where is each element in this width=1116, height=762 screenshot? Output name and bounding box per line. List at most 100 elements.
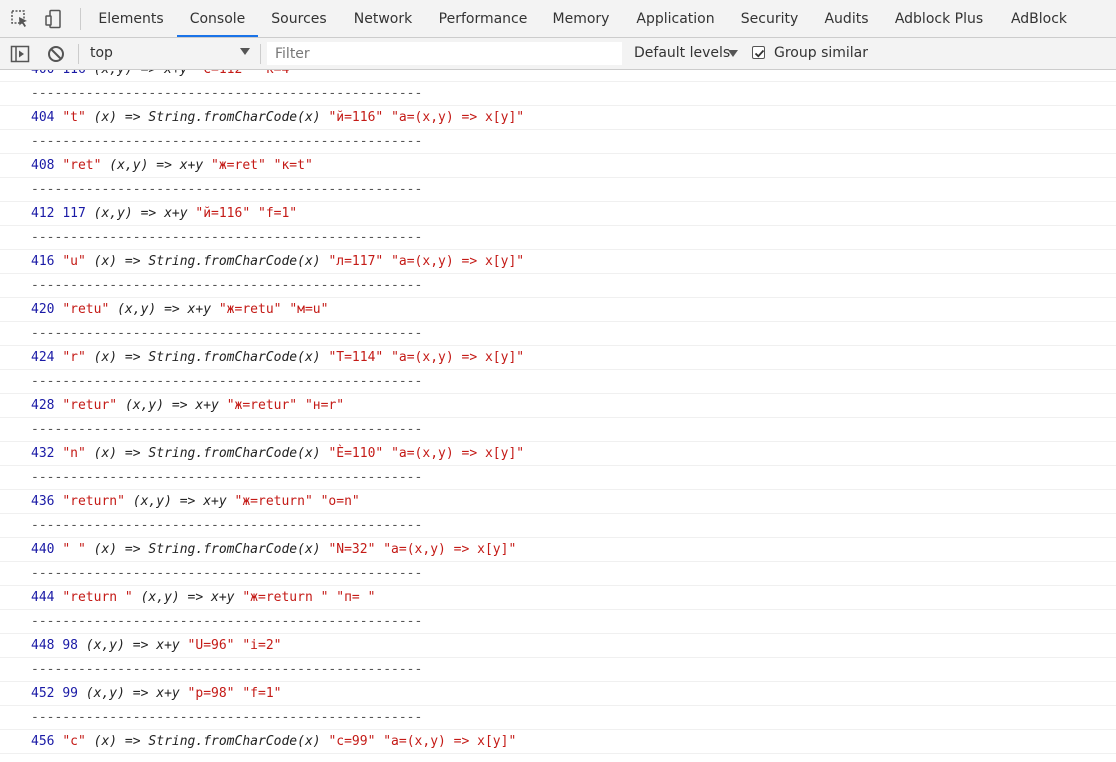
separator-text: ----------------------------------------… [31, 182, 423, 197]
console-message: 416 "u" (x) => String.fromCharCode(x) "л… [0, 250, 1116, 274]
console-function: (x,y) => x+y [117, 302, 219, 317]
console-message: 420 "retu" (x,y) => x+y "ж=retu" "м=u" [0, 298, 1116, 322]
checkmark-icon [754, 49, 765, 58]
tab-memory[interactable]: Memory [541, 0, 621, 37]
console-string: "ж=return " [242, 590, 337, 605]
console-number: 424 [31, 350, 63, 365]
group-similar-label[interactable]: Group similar [774, 45, 868, 61]
tab-elements[interactable]: Elements [89, 0, 173, 37]
tab-console[interactable]: Console [177, 0, 258, 37]
console-string: "U=96" [187, 638, 243, 653]
console-separator-message: ----------------------------------------… [0, 226, 1116, 250]
console-number: 420 [31, 302, 63, 317]
inspect-element-icon[interactable] [10, 9, 30, 29]
default-levels-dropdown[interactable]: Default levels [634, 45, 730, 61]
devtools-tab-bar: Elements Console Sources Network Perform… [0, 0, 1116, 38]
console-string: "N=32" [328, 542, 384, 557]
separator-text: ----------------------------------------… [31, 374, 423, 389]
console-separator-message: ----------------------------------------… [0, 658, 1116, 682]
console-string: "T=114" [328, 350, 392, 365]
console-number: 428 [31, 398, 63, 413]
console-string: "a=(x,y) => x[y]" [391, 110, 525, 125]
console-message: 440 " " (x) => String.fromCharCode(x) "N… [0, 538, 1116, 562]
console-string: "п= " [336, 590, 376, 605]
console-message: 428 "retur" (x,y) => x+y "ж=retur" "н=r" [0, 394, 1116, 418]
separator-text: ----------------------------------------… [31, 134, 423, 149]
console-number: 117 [62, 206, 94, 221]
context-selector[interactable]: top [90, 45, 113, 61]
show-sidebar-icon[interactable] [10, 44, 30, 64]
console-message: 408 "ret" (x,y) => x+y "ж=ret" "к=t" [0, 154, 1116, 178]
console-separator-message: ----------------------------------------… [0, 178, 1116, 202]
console-string: "retu" [62, 302, 118, 317]
console-separator-message: ----------------------------------------… [0, 130, 1116, 154]
console-string: "a=(x,y) => x[y]" [391, 446, 525, 461]
tab-network[interactable]: Network [341, 0, 425, 37]
separator-text: ----------------------------------------… [31, 326, 423, 341]
device-toolbar-icon[interactable] [44, 9, 64, 29]
console-number: 416 [31, 254, 63, 269]
console-message: 444 "return " (x,y) => x+y "ж=return " "… [0, 586, 1116, 610]
separator-text: ----------------------------------------… [31, 422, 423, 437]
console-string: "a=(x,y) => x[y]" [383, 542, 517, 557]
console-string: "н=r" [304, 398, 345, 413]
console-separator-message: ----------------------------------------… [0, 274, 1116, 298]
console-separator-message: ----------------------------------------… [0, 706, 1116, 730]
tab-sources[interactable]: Sources [262, 0, 336, 37]
console-number: 436 [31, 494, 63, 509]
console-message: 436 "return" (x,y) => x+y "ж=return" "o=… [0, 490, 1116, 514]
tab-performance[interactable]: Performance [430, 0, 536, 37]
console-string: "r" [62, 350, 94, 365]
console-number: 404 [31, 110, 63, 125]
separator-text: ----------------------------------------… [31, 614, 423, 629]
console-string: "p=98" [187, 686, 243, 701]
console-message: 456 "c" (x) => String.fromCharCode(x) "c… [0, 730, 1116, 754]
console-function: (x) => String.fromCharCode(x) [93, 734, 329, 749]
tab-adblock[interactable]: AdBlock [1000, 0, 1078, 37]
console-function: (x,y) => x+y [140, 590, 243, 605]
console-string: "return " [62, 590, 141, 605]
console-message: 452 99 (x,y) => x+y "p=98" "f=1" [0, 682, 1116, 706]
tab-security[interactable]: Security [730, 0, 809, 37]
console-number: 116 [62, 70, 93, 77]
console-separator-message: ----------------------------------------… [0, 514, 1116, 538]
separator-text: ----------------------------------------… [31, 518, 423, 533]
console-string: "a=(x,y) => x[y]" [391, 254, 525, 269]
console-string: "c=99" [328, 734, 384, 749]
console-toolbar: top Default levels Group similar [0, 38, 1116, 70]
console-function: (x,y) => x+y [85, 686, 188, 701]
console-string: "ж=return" [234, 494, 321, 509]
console-number: 452 [31, 686, 63, 701]
console-string: "к=t" [273, 158, 313, 173]
console-output[interactable]: 400 116 (x,y) => x+y "C=112" "к=4" ------… [0, 70, 1116, 762]
console-string: " " [62, 542, 94, 557]
chevron-down-icon[interactable] [728, 50, 738, 57]
console-function: (x,y) => x+y [109, 158, 212, 173]
console-message: 412 117 (x,y) => x+y "й=116" "f=1" [0, 202, 1116, 226]
separator-text: ----------------------------------------… [31, 662, 423, 677]
console-string: "a=(x,y) => x[y]" [383, 734, 517, 749]
console-string: "t" [62, 110, 94, 125]
console-message: 448 98 (x,y) => x+y "U=96" "i=2" [0, 634, 1116, 658]
console-string: "o=n" [320, 494, 360, 509]
console-number: 98 [62, 638, 86, 653]
separator-text: ----------------------------------------… [31, 230, 423, 245]
console-separator-message: ----------------------------------------… [0, 610, 1116, 634]
filter-input[interactable] [267, 42, 622, 65]
console-string: "й=116" [328, 110, 392, 125]
tab-adblock-plus[interactable]: Adblock Plus [884, 0, 994, 37]
console-separator-message: ----------------------------------------… [0, 562, 1116, 586]
chevron-down-icon[interactable] [240, 48, 250, 55]
console-string: "ж=ret" [211, 158, 274, 173]
clear-console-icon[interactable] [46, 44, 66, 64]
tab-audits[interactable]: Audits [814, 0, 879, 37]
console-string: "return" [62, 494, 133, 509]
console-string: "к=4" [258, 70, 297, 77]
console-function: (x,y) => x+y [124, 398, 227, 413]
console-string: "c" [62, 734, 94, 749]
console-number: 412 [31, 206, 63, 221]
tab-application[interactable]: Application [626, 0, 725, 37]
console-number: 440 [31, 542, 63, 557]
console-string: "м=u" [289, 302, 329, 317]
group-similar-checkbox[interactable] [752, 46, 765, 59]
